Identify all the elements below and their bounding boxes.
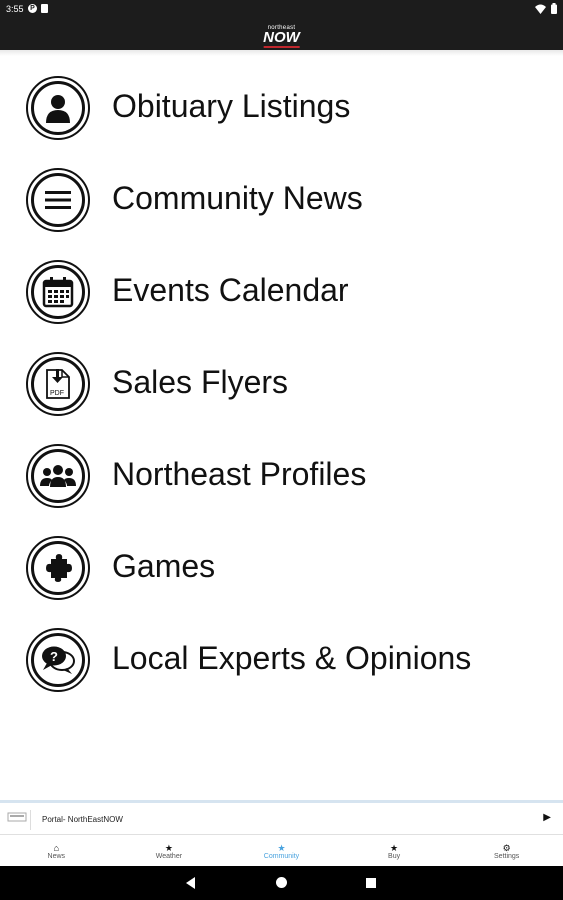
menu-item-label: Obituary Listings [112,88,351,124]
people-group-icon [40,465,76,487]
person-icon [46,95,70,123]
tab-label: Settings [494,852,520,860]
gear-icon: ⚙ [502,842,511,853]
tab-weather[interactable]: ★ Weather [113,835,226,867]
calendar-icon [42,277,74,308]
home-icon: ⌂ [53,842,60,853]
menu-item-label: Northeast Profiles [112,456,367,492]
menu-item-northeast-profiles[interactable]: Northeast Profiles [0,428,563,520]
star-icon: ★ [277,842,286,853]
northeastnow-logo[interactable]: northeast NOW [263,25,300,48]
wifi-icon [535,4,546,14]
svg-text:?: ? [50,649,58,664]
tab-settings[interactable]: ⚙ Settings [450,835,563,867]
recent-apps-icon[interactable] [366,878,376,888]
status-bar: 3:55 P [0,0,563,20]
menu-lines-icon [45,191,71,209]
tab-label: News [47,852,66,860]
system-navigation-bar [0,866,563,900]
menu-item-label: Community News [112,180,363,216]
tab-label: Buy [388,852,401,860]
logo-main-text: NOW [263,29,300,46]
status-time: 3:55 [6,4,24,14]
tab-label: Community [263,852,300,860]
tab-community[interactable]: ★ Community [225,835,338,867]
tab-label: Weather [155,852,183,860]
banner-thumbnail [4,810,31,830]
back-icon[interactable] [186,877,195,889]
menu-item-community-news[interactable]: Community News [0,152,563,244]
svg-text:PDF: PDF [50,390,64,397]
menu-item-label: Events Calendar [112,272,349,308]
home-button-icon[interactable] [276,877,287,888]
menu-item-local-experts-opinions[interactable]: ? Local Experts & Opinions [0,612,563,704]
star-icon: ★ [390,842,399,853]
notification-icon: P [28,4,37,13]
menu-item-games[interactable]: Games [0,520,563,612]
menu-item-obituary-listings[interactable]: Obituary Listings [0,60,563,152]
pdf-download-icon: PDF [46,369,70,399]
menu-item-label: Games [112,548,216,584]
banner-title: Portal- NorthEastNOW [42,815,123,824]
now-playing-banner[interactable]: Portal- NorthEastNOW ▶ [0,800,563,834]
menu-item-events-calendar[interactable]: Events Calendar [0,244,563,336]
puzzle-icon [46,554,72,582]
battery-icon [551,3,557,14]
bottom-navigation: ⌂ News ★ Weather ★ Community ★ Buy ⚙ Set… [0,834,563,867]
menu-item-label: Sales Flyers [112,364,289,400]
menu-item-sales-flyers[interactable]: PDF Sales Flyers [0,336,563,428]
app-header: northeast NOW [0,20,563,50]
file-notification-icon [41,4,48,13]
menu-item-label: Local Experts & Opinions [112,640,472,676]
tab-news[interactable]: ⌂ News [0,835,113,867]
star-icon: ★ [164,842,173,853]
chat-question-icon: ? [42,646,75,674]
play-icon[interactable]: ▶ [543,812,551,823]
tab-buy[interactable]: ★ Buy [338,835,451,867]
